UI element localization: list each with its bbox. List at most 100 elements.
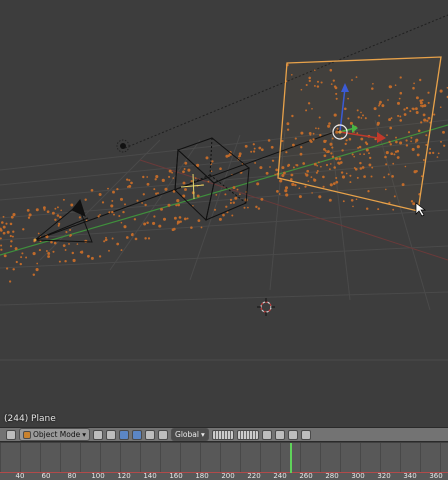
particle [239,193,241,196]
particle [244,144,248,148]
particle [2,215,5,218]
particle [130,181,133,185]
particle [291,182,295,186]
particle [0,221,4,224]
particle [133,218,137,221]
3d-viewport[interactable]: (244) Plane [0,0,448,427]
particle [164,187,168,191]
particle [205,156,209,160]
scene-canvas[interactable] [0,0,448,427]
particle [64,249,67,251]
particle [439,89,443,93]
particle [46,210,50,214]
particle [440,140,442,143]
particle [173,216,177,220]
translate-icon[interactable] [132,429,143,440]
particle [231,214,234,217]
particle [104,238,108,242]
particle [162,217,167,221]
timeline-panel[interactable]: 40 60 80 100 120 140 160 180 200 220 240 260 280 300 3… [0,443,448,480]
particle [229,201,232,205]
editor-type-icon[interactable] [6,429,16,440]
particle [256,182,260,186]
rotate-icon[interactable] [145,429,156,440]
particle [298,195,302,199]
timeline-tick-label: 80 [67,472,77,480]
particle [272,160,275,162]
mouse-cursor-icon [415,202,427,217]
particle [225,205,228,208]
layers-icon[interactable] [211,429,234,440]
particle [0,248,3,251]
particle [155,175,159,179]
particle [110,204,114,208]
particle [14,247,18,251]
particle [144,237,147,240]
shading-icon[interactable] [93,429,104,440]
lock-icon[interactable] [261,429,272,440]
particle [176,199,180,203]
particle [113,213,115,216]
timeline-tick-label: 340 [403,472,417,480]
particle [175,204,178,207]
particle [285,193,289,197]
timeline-current-frame[interactable] [290,443,292,473]
timeline-tick-label: 140 [143,472,157,480]
particle [90,188,94,192]
particle [3,254,7,258]
particle [352,205,354,208]
particle [78,216,82,219]
particle [116,242,120,246]
particle [128,184,132,188]
particle [182,181,186,185]
particle [58,260,61,263]
particle [365,207,369,210]
scale-icon[interactable] [158,429,169,440]
particle [27,216,31,219]
particle [8,280,12,283]
particle [342,200,345,203]
particle [437,152,440,155]
mode-dropdown[interactable]: Object Mode ▾ [19,428,91,441]
proportional-icon[interactable] [287,429,298,440]
particle [69,235,72,237]
particle [10,240,13,243]
particle [28,213,32,217]
particle [26,209,30,212]
particle [124,203,126,206]
manipulator-icon[interactable] [119,429,130,440]
particle [274,173,277,176]
orientation-dropdown[interactable]: Global ▾ [171,428,209,441]
particle [119,197,124,201]
3d-cursor[interactable] [257,298,275,316]
particle [2,231,6,235]
particle [155,192,158,195]
particle [432,151,435,155]
particle [284,189,288,193]
particle [154,178,157,181]
lamp-object[interactable] [116,139,130,153]
particle [57,222,61,226]
particle [183,217,187,221]
particle [111,210,114,214]
timeline-tick-label: 200 [221,472,235,480]
render-icon[interactable] [300,429,311,440]
snap-icon[interactable] [274,429,285,440]
particle [428,151,432,155]
particle [70,203,74,207]
plane-object-selected[interactable] [277,56,442,212]
particle [146,221,149,225]
particle [153,188,156,191]
particle [2,225,6,229]
particle [157,192,159,195]
particle [142,193,145,196]
particle [60,209,62,212]
particle [38,249,41,252]
particle [108,211,111,214]
particle [355,198,358,201]
pivot-icon[interactable] [106,429,117,440]
particle [161,178,165,182]
particle [276,190,279,193]
particle [9,245,13,248]
layers-icon[interactable] [236,429,259,440]
